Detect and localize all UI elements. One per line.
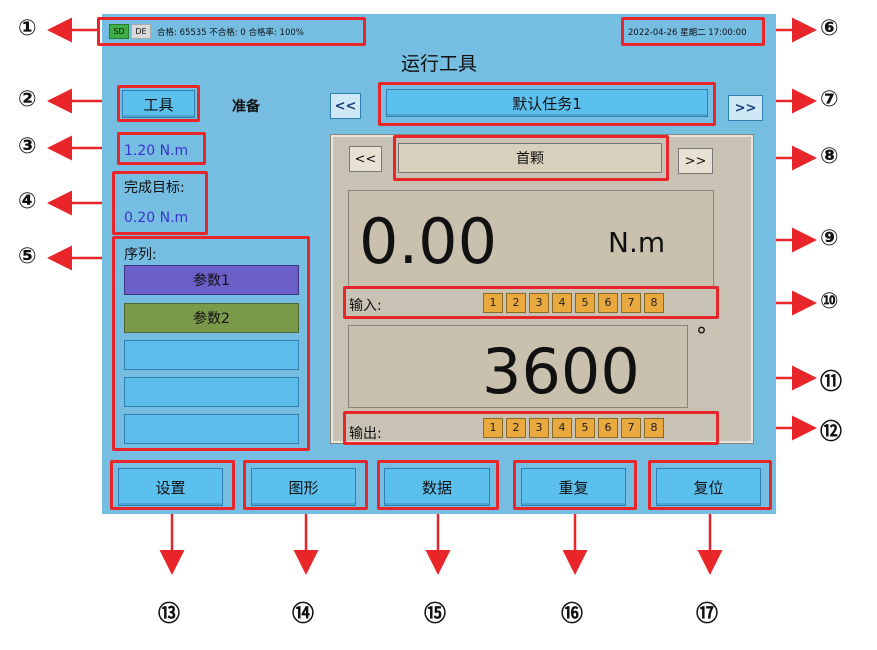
angle-reading-value: 3600 (482, 335, 640, 408)
status-text: 准备 (232, 99, 260, 115)
screw-prev-button[interactable]: << (349, 146, 382, 172)
task-next-button[interactable]: >> (728, 95, 763, 121)
callout-12: ⑫ (820, 420, 843, 445)
torque-reading-value: 0.00 (359, 205, 498, 278)
callout-3: ③ (18, 134, 37, 159)
callout-1: ① (18, 16, 37, 41)
callout-13: ⑬ (158, 602, 181, 627)
callout-14: ⑭ (292, 602, 315, 627)
screw-name-outline (393, 135, 669, 181)
repeat-outline (513, 460, 637, 510)
graph-outline (243, 460, 368, 510)
callout-6: ⑥ (820, 16, 839, 41)
torque-reading-unit: N.m (608, 226, 666, 259)
device-screen: SD DE 合格: 65535 不合格: 0 合格率: 100% 2022-04… (97, 14, 776, 514)
completion-outline (112, 171, 208, 235)
screw-next-button[interactable]: >> (678, 148, 713, 174)
callout-9: ⑨ (820, 226, 839, 251)
tool-button-outline (117, 85, 200, 122)
task-prev-button[interactable]: << (330, 93, 361, 119)
callout-2: ② (18, 87, 37, 112)
torque-target-outline (117, 132, 206, 165)
task-name-outline (378, 82, 716, 126)
sequence-outline (112, 236, 310, 451)
callout-7: ⑦ (820, 87, 839, 112)
callout-16: ⑯ (561, 602, 584, 627)
callout-4: ④ (18, 189, 37, 214)
status-bar-outline (97, 17, 366, 46)
screen-title: 运行工具 (400, 53, 477, 75)
callout-15: ⑮ (424, 602, 447, 627)
callout-11: ⑪ (820, 370, 843, 395)
callout-8: ⑧ (820, 144, 839, 169)
callout-17: ⑰ (696, 602, 719, 627)
reset-outline (648, 460, 772, 510)
angle-unit: ° (696, 324, 707, 349)
callout-10: ⑩ (820, 289, 839, 314)
callout-5: ⑤ (18, 244, 37, 269)
data-outline (377, 460, 499, 510)
settings-outline (110, 460, 235, 510)
inputs-outline (343, 286, 719, 319)
datetime-outline (621, 17, 765, 46)
outputs-outline (343, 411, 719, 445)
